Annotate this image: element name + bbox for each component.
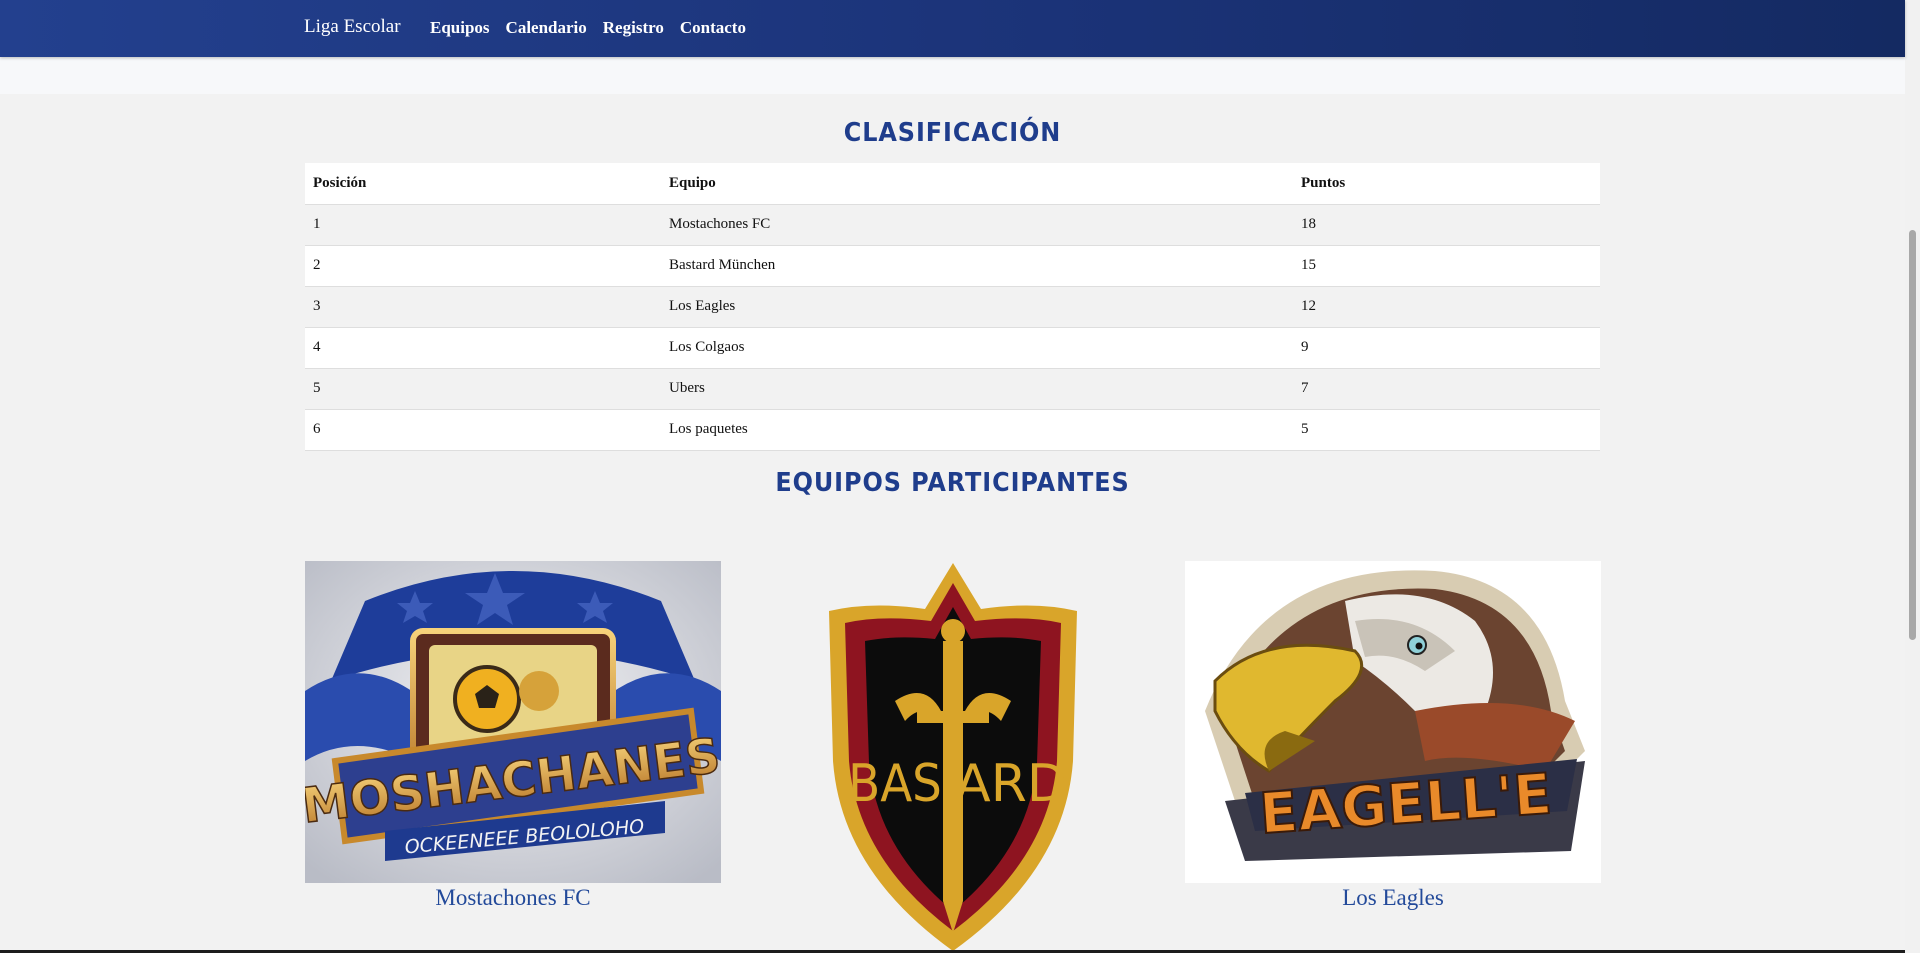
eagles-logo-art: EAGELL'E — [1205, 570, 1585, 861]
team-name-eagles[interactable]: Los Eagles — [1185, 885, 1601, 911]
cell-team: Mostachones FC — [661, 204, 1293, 246]
table-row: 3 Los Eagles 12 — [305, 286, 1600, 328]
bastard-logo-right-text: ARD — [955, 754, 1067, 814]
team-logo-mostachones[interactable]: MOSHACHANES OCKEENEEE BEOLOLOHO — [305, 561, 721, 883]
cell-position: 6 — [305, 409, 661, 451]
cell-points: 12 — [1293, 286, 1600, 328]
cell-points: 9 — [1293, 327, 1600, 369]
cell-points: 7 — [1293, 368, 1600, 410]
team-card-bastard[interactable]: BAS ARD — [745, 561, 1161, 953]
cell-position: 4 — [305, 327, 661, 369]
cell-points: 18 — [1293, 204, 1600, 246]
scrollbar-thumb[interactable] — [1909, 230, 1916, 640]
header-band — [0, 57, 1905, 94]
cell-team: Bastard München — [661, 245, 1293, 287]
header-team: Equipo — [661, 163, 1293, 205]
table-row: 1 Mostachones FC 18 — [305, 204, 1600, 246]
team-logo-eagles[interactable]: EAGELL'E — [1185, 561, 1601, 883]
nav-link-equipos[interactable]: Equipos — [430, 18, 490, 38]
cell-team: Ubers — [661, 368, 1293, 410]
cell-position: 2 — [305, 245, 661, 287]
nav-links: Equipos Calendario Registro Contacto — [430, 18, 746, 38]
cell-position: 5 — [305, 368, 661, 410]
team-card-mostachones[interactable]: MOSHACHANES OCKEENEEE BEOLOLOHO Mostacho… — [305, 561, 721, 911]
table-header-row: Posición Equipo Puntos — [305, 163, 1600, 205]
bastard-shield-art: BAS ARD — [829, 563, 1077, 951]
cell-team: Los paquetes — [661, 409, 1293, 451]
cell-position: 3 — [305, 286, 661, 328]
nav-link-registro[interactable]: Registro — [603, 18, 664, 38]
bastard-logo-left-text: BAS — [848, 754, 942, 814]
nav-link-calendario[interactable]: Calendario — [506, 18, 587, 38]
cell-points: 5 — [1293, 409, 1600, 451]
table-row: 4 Los Colgaos 9 — [305, 327, 1600, 369]
mostachones-logo-art: MOSHACHANES OCKEENEEE BEOLOLOHO — [305, 561, 721, 883]
cell-position: 1 — [305, 204, 661, 246]
team-logo-bastard[interactable]: BAS ARD — [745, 561, 1161, 953]
nav-link-contacto[interactable]: Contacto — [680, 18, 746, 38]
header-points: Puntos — [1293, 163, 1600, 205]
teams-title: EQUIPOS PARTICIPANTES — [775, 468, 1130, 498]
team-name-mostachones[interactable]: Mostachones FC — [305, 885, 721, 911]
cell-points: 15 — [1293, 245, 1600, 287]
table-row: 2 Bastard München 15 — [305, 245, 1600, 287]
standings-title: CLASIFICACIÓN — [843, 118, 1062, 148]
table-row: 6 Los paquetes 5 — [305, 409, 1600, 451]
brand-link[interactable]: Liga Escolar — [304, 16, 401, 38]
table-row: 5 Ubers 7 — [305, 368, 1600, 410]
standings-table: Posición Equipo Puntos 1 Mostachones FC … — [305, 163, 1600, 451]
cell-team: Los Colgaos — [661, 327, 1293, 369]
cell-team: Los Eagles — [661, 286, 1293, 328]
top-navbar: Liga Escolar Equipos Calendario Registro… — [0, 0, 1905, 57]
team-card-eagles[interactable]: EAGELL'E Los Eagles — [1185, 561, 1601, 911]
header-position: Posición — [305, 163, 661, 205]
page-scrollbar[interactable] — [1905, 0, 1920, 953]
